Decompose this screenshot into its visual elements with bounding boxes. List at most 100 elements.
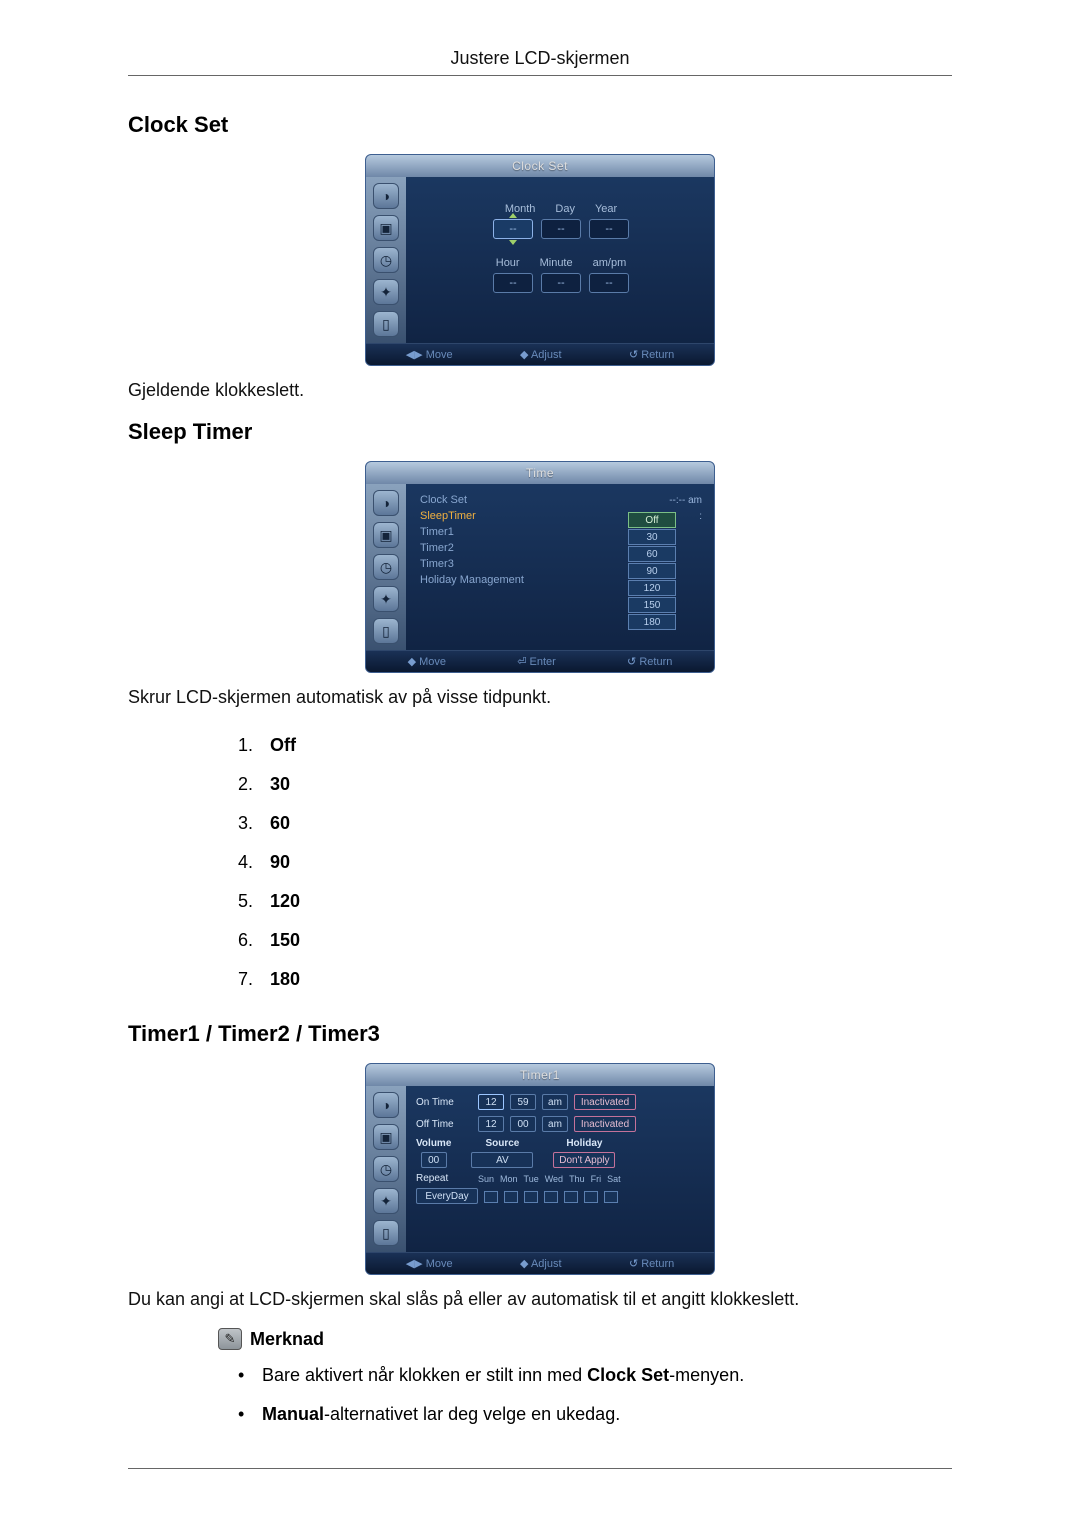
- settings-icon[interactable]: ✦: [373, 586, 399, 612]
- off-hour[interactable]: 12: [478, 1116, 504, 1132]
- manual-page: Justere LCD-skjermen Clock Set Clock Set…: [0, 0, 1080, 1527]
- footer-move: ◀▶ Move: [406, 1257, 453, 1270]
- footer-move: ◀▶ Move: [406, 348, 453, 361]
- off-state[interactable]: Inactivated: [574, 1116, 636, 1132]
- menu-clockset[interactable]: Clock Set --:-- am: [416, 492, 706, 508]
- list-item: 60: [258, 804, 952, 843]
- picture-icon[interactable]: ◑: [373, 183, 399, 209]
- opt-180[interactable]: 180: [628, 614, 676, 630]
- osd-timer1-title: Timer1: [520, 1068, 560, 1082]
- note-label: Merknad: [250, 1329, 324, 1350]
- osd-clock-set: Clock Set ◑ ▣ ◷ ✦ ▯ Month Day Year: [365, 154, 715, 366]
- field-day[interactable]: --: [541, 219, 581, 239]
- opt-60[interactable]: 60: [628, 546, 676, 562]
- footer-rule: [128, 1468, 952, 1469]
- label-hour: Hour: [496, 257, 520, 269]
- label-year: Year: [595, 203, 617, 215]
- bullet-item: Bare aktivert når klokken er stilt inn m…: [238, 1356, 952, 1395]
- on-ampm[interactable]: am: [542, 1094, 568, 1110]
- on-minute[interactable]: 59: [510, 1094, 536, 1110]
- opt-30[interactable]: 30: [628, 529, 676, 545]
- day-sun[interactable]: [484, 1191, 498, 1203]
- field-hour[interactable]: --: [493, 273, 533, 293]
- day-wed[interactable]: [544, 1191, 558, 1203]
- on-state[interactable]: Inactivated: [574, 1094, 636, 1110]
- day-fri[interactable]: [584, 1191, 598, 1203]
- list-item: Off: [258, 726, 952, 765]
- heading-timer123: Timer1 / Timer2 / Timer3: [128, 1021, 952, 1047]
- footer-adjust: ◆ Adjust: [520, 1257, 562, 1270]
- day-thu[interactable]: [564, 1191, 578, 1203]
- sleep-caption: Skrur LCD-skjermen automatisk av på viss…: [128, 687, 952, 708]
- multi-icon[interactable]: ▯: [373, 618, 399, 644]
- label-minute: Minute: [540, 257, 573, 269]
- picture-icon[interactable]: ◑: [373, 1092, 399, 1118]
- input-icon[interactable]: ▣: [373, 522, 399, 548]
- footer-return: ↺ Return: [629, 1257, 674, 1270]
- holiday-head: Holiday: [566, 1138, 602, 1149]
- source-head: Source: [485, 1138, 519, 1149]
- osd-time-title: Time: [526, 466, 554, 480]
- day-tue[interactable]: [524, 1191, 538, 1203]
- input-icon[interactable]: ▣: [373, 215, 399, 241]
- footer-adjust: ◆ Adjust: [520, 348, 562, 361]
- days-header: Sun Mon Tue Wed Thu Fri Sat: [478, 1174, 708, 1184]
- footer-return: ↺ Return: [629, 348, 674, 361]
- volume-val[interactable]: 00: [421, 1152, 447, 1168]
- opt-120[interactable]: 120: [628, 580, 676, 596]
- holiday-val[interactable]: Don't Apply: [553, 1152, 615, 1168]
- list-item: 90: [258, 843, 952, 882]
- heading-sleep-timer: Sleep Timer: [128, 419, 952, 445]
- heading-clock-set: Clock Set: [128, 112, 952, 138]
- day-sat[interactable]: [604, 1191, 618, 1203]
- clock-caption: Gjeldende klokkeslett.: [128, 380, 952, 401]
- repeat-label: Repeat: [416, 1173, 472, 1184]
- osd-timer1: Timer1 ◑ ▣ ◷ ✦ ▯ On Time 12 59 am Inacti…: [365, 1063, 715, 1275]
- label-day: Day: [555, 203, 575, 215]
- footer-move: ◆ Move: [408, 655, 446, 668]
- list-item: 150: [258, 921, 952, 960]
- clock-icon[interactable]: ◷: [373, 1156, 399, 1182]
- timer-caption: Du kan angi at LCD-skjermen skal slås på…: [128, 1289, 952, 1310]
- day-mon[interactable]: [504, 1191, 518, 1203]
- opt-90[interactable]: 90: [628, 563, 676, 579]
- osd-sleep-timer: Time ◑ ▣ ◷ ✦ ▯ Clock Set --:-- am SleepT…: [365, 461, 715, 673]
- repeat-val[interactable]: EveryDay: [416, 1188, 478, 1204]
- settings-icon[interactable]: ✦: [373, 279, 399, 305]
- list-item: 30: [258, 765, 952, 804]
- volume-head: Volume: [416, 1138, 451, 1149]
- footer-enter: ⏎ Enter: [517, 655, 556, 668]
- day-checkboxes[interactable]: [484, 1191, 618, 1203]
- multi-icon[interactable]: ▯: [373, 311, 399, 337]
- osd-clock-title: Clock Set: [512, 159, 568, 173]
- osd-sidebar-icons: ◑ ▣ ◷ ✦ ▯: [366, 177, 406, 343]
- footer-return: ↺ Return: [627, 655, 672, 668]
- picture-icon[interactable]: ◑: [373, 490, 399, 516]
- opt-150[interactable]: 150: [628, 597, 676, 613]
- opt-off[interactable]: Off: [628, 512, 676, 528]
- off-time-label: Off Time: [416, 1119, 472, 1130]
- note-bullets: Bare aktivert når klokken er stilt inn m…: [238, 1356, 952, 1434]
- on-hour[interactable]: 12: [478, 1094, 504, 1110]
- sleep-options-list: Off 30 60 90 120 150 180: [258, 726, 952, 999]
- header-rule: [128, 75, 952, 76]
- field-month[interactable]: --: [493, 219, 533, 239]
- input-icon[interactable]: ▣: [373, 1124, 399, 1150]
- on-time-label: On Time: [416, 1097, 472, 1108]
- off-minute[interactable]: 00: [510, 1116, 536, 1132]
- source-val[interactable]: AV: [471, 1152, 533, 1168]
- off-ampm[interactable]: am: [542, 1116, 568, 1132]
- clock-icon[interactable]: ◷: [373, 554, 399, 580]
- bullet-item: Manual-alternativet lar deg velge en uke…: [238, 1395, 952, 1434]
- field-minute[interactable]: --: [541, 273, 581, 293]
- clock-icon[interactable]: ◷: [373, 247, 399, 273]
- settings-icon[interactable]: ✦: [373, 1188, 399, 1214]
- list-item: 120: [258, 882, 952, 921]
- osd-sidebar-icons: ◑ ▣ ◷ ✦ ▯: [366, 484, 406, 650]
- field-year[interactable]: --: [589, 219, 629, 239]
- multi-icon[interactable]: ▯: [373, 1220, 399, 1246]
- field-ampm[interactable]: --: [589, 273, 629, 293]
- sleep-option-dropdown[interactable]: Off 30 60 90 120 150 180: [628, 512, 676, 631]
- list-item: 180: [258, 960, 952, 999]
- osd-sidebar-icons: ◑ ▣ ◷ ✦ ▯: [366, 1086, 406, 1252]
